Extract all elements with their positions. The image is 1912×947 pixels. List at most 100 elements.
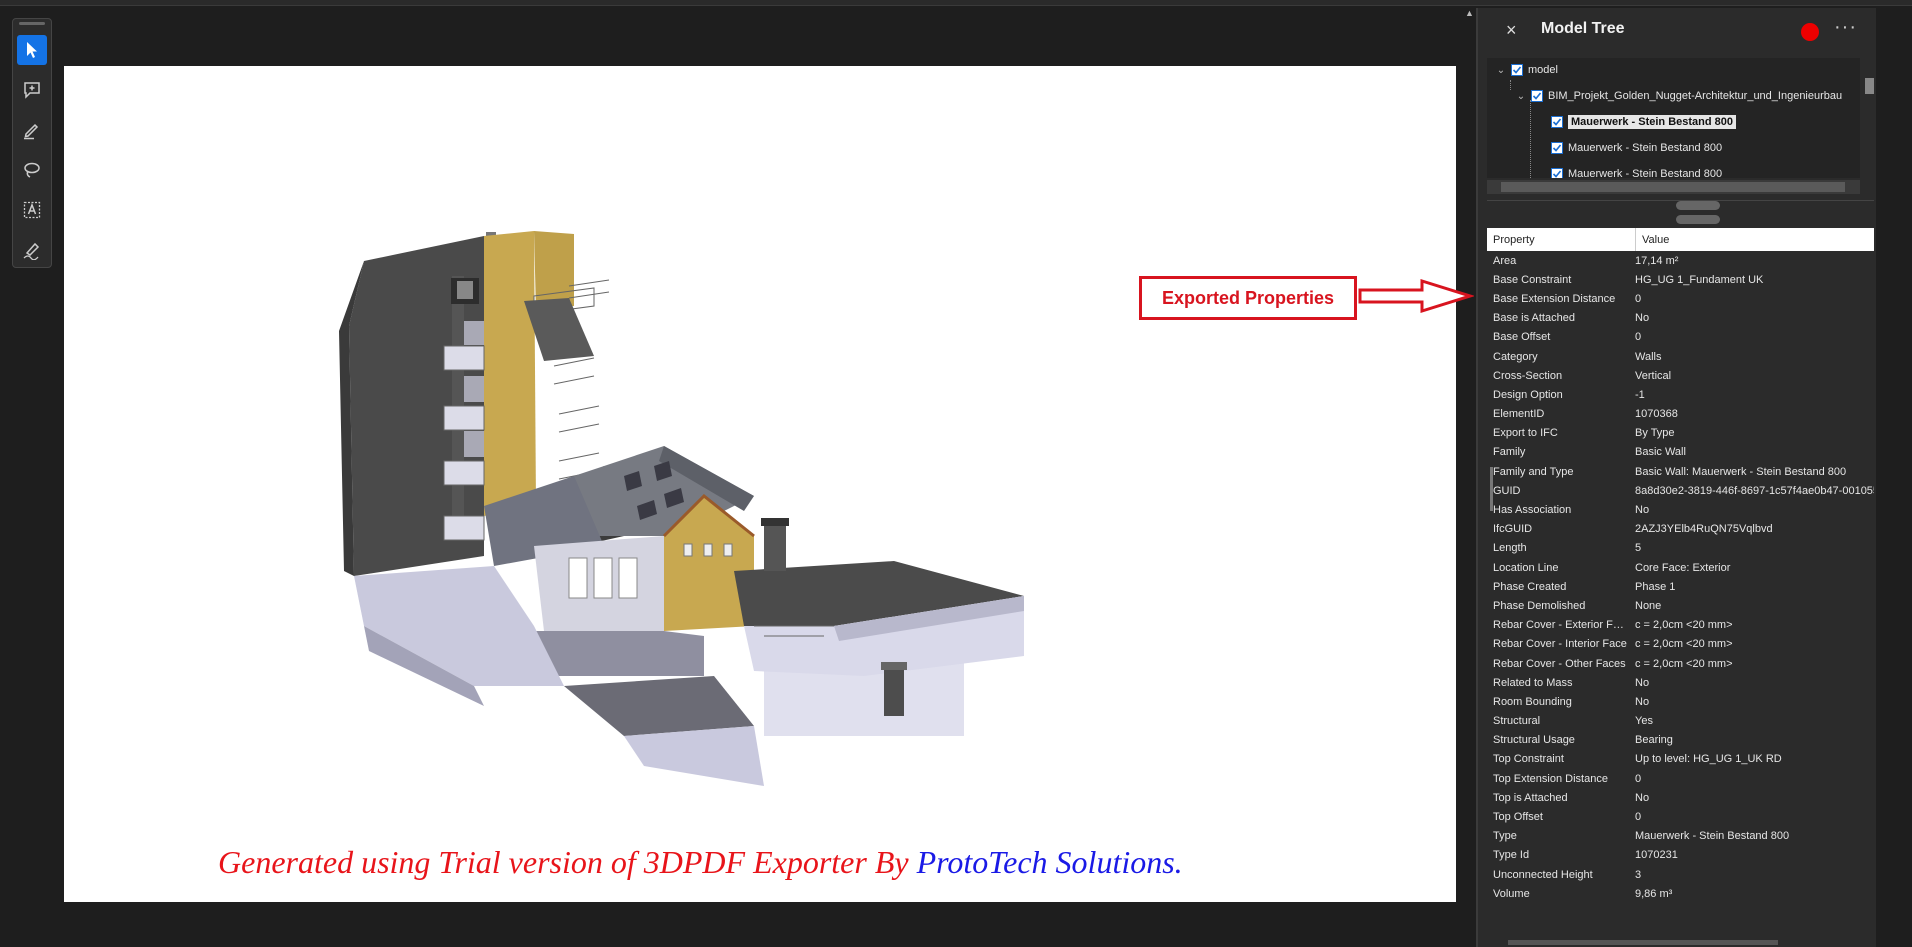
canvas-scroll-up-icon[interactable]: ▲ [1465, 8, 1474, 18]
property-value: No [1635, 504, 1650, 517]
property-row[interactable]: Type Id 1070231 [1487, 846, 1874, 865]
property-row[interactable]: IfcGUID 2AZJ3YElb4RuQN75Vqlbvd [1487, 520, 1874, 539]
property-row[interactable]: Volume 9,86 m³ [1487, 884, 1874, 903]
tree-hscroll-thumb[interactable] [1501, 182, 1845, 192]
property-value: Walls [1635, 350, 1662, 363]
toolbar-grip[interactable] [19, 22, 45, 25]
property-row[interactable]: Phase Created Phase 1 [1487, 577, 1874, 596]
property-row[interactable]: Structural Usage Bearing [1487, 731, 1874, 750]
property-row[interactable]: Design Option -1 [1487, 385, 1874, 404]
property-name: Top Extension Distance [1493, 772, 1608, 785]
property-name: Base Extension Distance [1493, 292, 1616, 305]
property-row[interactable]: Length 5 [1487, 539, 1874, 558]
tree-node[interactable]: Mauerwerk - Stein Bestand 800 [1535, 138, 1722, 158]
properties-header: Property Value [1487, 228, 1874, 251]
property-name: Base is Attached [1493, 312, 1575, 325]
property-row[interactable]: Location Line Core Face: Exterior [1487, 558, 1874, 577]
tree-node-label[interactable]: BIM_Projekt_Golden_Nugget-Architektur_un… [1548, 90, 1842, 102]
properties-scroll-thumb[interactable] [1490, 467, 1493, 511]
tree-node-label[interactable]: model [1528, 64, 1558, 76]
close-panel-button[interactable]: × [1506, 20, 1517, 41]
property-row[interactable]: Top Extension Distance 0 [1487, 769, 1874, 788]
tree-node[interactable]: Mauerwerk - Stein Bestand 800 [1535, 112, 1737, 132]
property-name: Rebar Cover - Other Faces [1493, 657, 1626, 670]
property-value: 1070231 [1635, 849, 1678, 862]
property-row[interactable]: Rebar Cover - Other Faces c = 2,0cm <20 m… [1487, 654, 1874, 673]
property-value: No [1635, 312, 1650, 325]
visibility-checkbox[interactable] [1551, 168, 1563, 178]
tree-node[interactable]: ⌄ model [1495, 60, 1558, 80]
property-name: Location Line [1493, 561, 1559, 574]
chevron-down-icon[interactable]: ⌄ [1495, 64, 1507, 76]
visibility-checkbox[interactable] [1511, 64, 1523, 76]
trial-watermark: Generated using Trial version of 3DPDF E… [218, 844, 1183, 880]
property-name: Phase Created [1493, 580, 1567, 593]
property-row[interactable]: Base Offset 0 [1487, 328, 1874, 347]
property-row[interactable]: Top Offset 0 [1487, 807, 1874, 826]
property-row[interactable]: ElementID 1070368 [1487, 405, 1874, 424]
property-value: No [1635, 676, 1650, 689]
lasso-button[interactable] [17, 155, 47, 185]
tree-node[interactable]: ⌄ BIM_Projekt_Golden_Nugget-Architektur_u… [1515, 86, 1842, 106]
tree-node-label[interactable]: Mauerwerk - Stein Bestand 800 [1568, 142, 1722, 154]
property-name: GUID [1493, 484, 1521, 497]
visibility-checkbox[interactable] [1551, 116, 1563, 128]
property-row[interactable]: Export to IFC By Type [1487, 424, 1874, 443]
property-value: 0 [1635, 292, 1642, 305]
property-row[interactable]: Cross-Section Vertical [1487, 366, 1874, 385]
visibility-checkbox[interactable] [1551, 142, 1563, 154]
value-column-header[interactable]: Value [1636, 234, 1669, 246]
tree-vertical-scrollbar[interactable] [1863, 58, 1875, 178]
more-options-button[interactable]: ··· [1834, 16, 1857, 39]
property-row[interactable]: Related to Mass No [1487, 673, 1874, 692]
property-row[interactable]: Family and Type Basic Wall: Mauerwerk - S… [1487, 462, 1874, 481]
property-row[interactable]: Family Basic Wall [1487, 443, 1874, 462]
properties-splitter-handle[interactable] [1676, 215, 1720, 224]
select-tool-button[interactable] [17, 35, 47, 65]
callout-arrow-icon [1358, 278, 1474, 314]
property-row[interactable]: Phase Demolished None [1487, 596, 1874, 615]
text-select-button[interactable] [17, 195, 47, 225]
property-row[interactable]: Rebar Cover - Interior Face c = 2,0cm <20… [1487, 635, 1874, 654]
property-value: By Type [1635, 427, 1675, 440]
building-3d-model[interactable] [64, 66, 1456, 902]
property-row[interactable]: Structural Yes [1487, 712, 1874, 731]
property-row[interactable]: Rebar Cover - Exterior Fa... c = 2,0cm <2… [1487, 616, 1874, 635]
property-row[interactable]: Base is Attached No [1487, 309, 1874, 328]
property-row[interactable]: Unconnected Height 3 [1487, 865, 1874, 884]
property-row[interactable]: Base Constraint HG_UG 1_Fundament UK [1487, 270, 1874, 289]
property-row[interactable]: Has Association No [1487, 500, 1874, 519]
property-row[interactable]: Base Extension Distance 0 [1487, 289, 1874, 308]
tree-node-label[interactable]: Mauerwerk - Stein Bestand 800 [1568, 168, 1722, 178]
property-name: Has Association [1493, 504, 1572, 517]
property-row[interactable]: Top Constraint Up to level: HG_UG 1_UK RD [1487, 750, 1874, 769]
draw-button[interactable] [17, 115, 47, 145]
chevron-down-icon[interactable]: ⌄ [1515, 90, 1527, 102]
property-value: c = 2,0cm <20 mm> [1635, 638, 1733, 651]
property-column-header[interactable]: Property [1487, 228, 1636, 251]
app-top-bar [0, 0, 1912, 6]
property-row[interactable]: Type Mauerwerk - Stein Bestand 800 [1487, 827, 1874, 846]
record-indicator[interactable] [1801, 23, 1819, 41]
property-row[interactable]: Top is Attached No [1487, 788, 1874, 807]
document-page[interactable]: Generated using Trial version of 3DPDF E… [64, 66, 1456, 902]
lasso-icon [24, 162, 40, 178]
tree-splitter-handle[interactable] [1676, 201, 1720, 210]
property-value: 5 [1635, 542, 1642, 555]
property-row[interactable]: Category Walls [1487, 347, 1874, 366]
property-row[interactable]: Room Bounding No [1487, 692, 1874, 711]
add-comment-button[interactable] [17, 75, 47, 105]
tree-node-label[interactable]: Mauerwerk - Stein Bestand 800 [1568, 115, 1737, 129]
sign-button[interactable] [17, 235, 47, 265]
panel-bottom-scrollbar[interactable] [1508, 940, 1778, 945]
property-row[interactable]: GUID 8a8d30e2-3819-446f-8697-1c57f4ae0b47… [1487, 481, 1874, 500]
pen-highlight-icon [24, 123, 39, 140]
visibility-checkbox[interactable] [1531, 90, 1543, 102]
tree-scroll-thumb[interactable] [1865, 78, 1874, 94]
property-name: Volume [1493, 887, 1530, 900]
property-value: 17,14 m² [1635, 254, 1679, 267]
tree-node[interactable]: Mauerwerk - Stein Bestand 800 [1535, 164, 1722, 178]
property-value: 3 [1635, 868, 1642, 881]
model-tree[interactable]: ⌄ model ⌄ BIM_Projekt_Golden_Nugget-Archite… [1487, 58, 1860, 178]
property-row[interactable]: Area 17,14 m² [1487, 251, 1874, 270]
